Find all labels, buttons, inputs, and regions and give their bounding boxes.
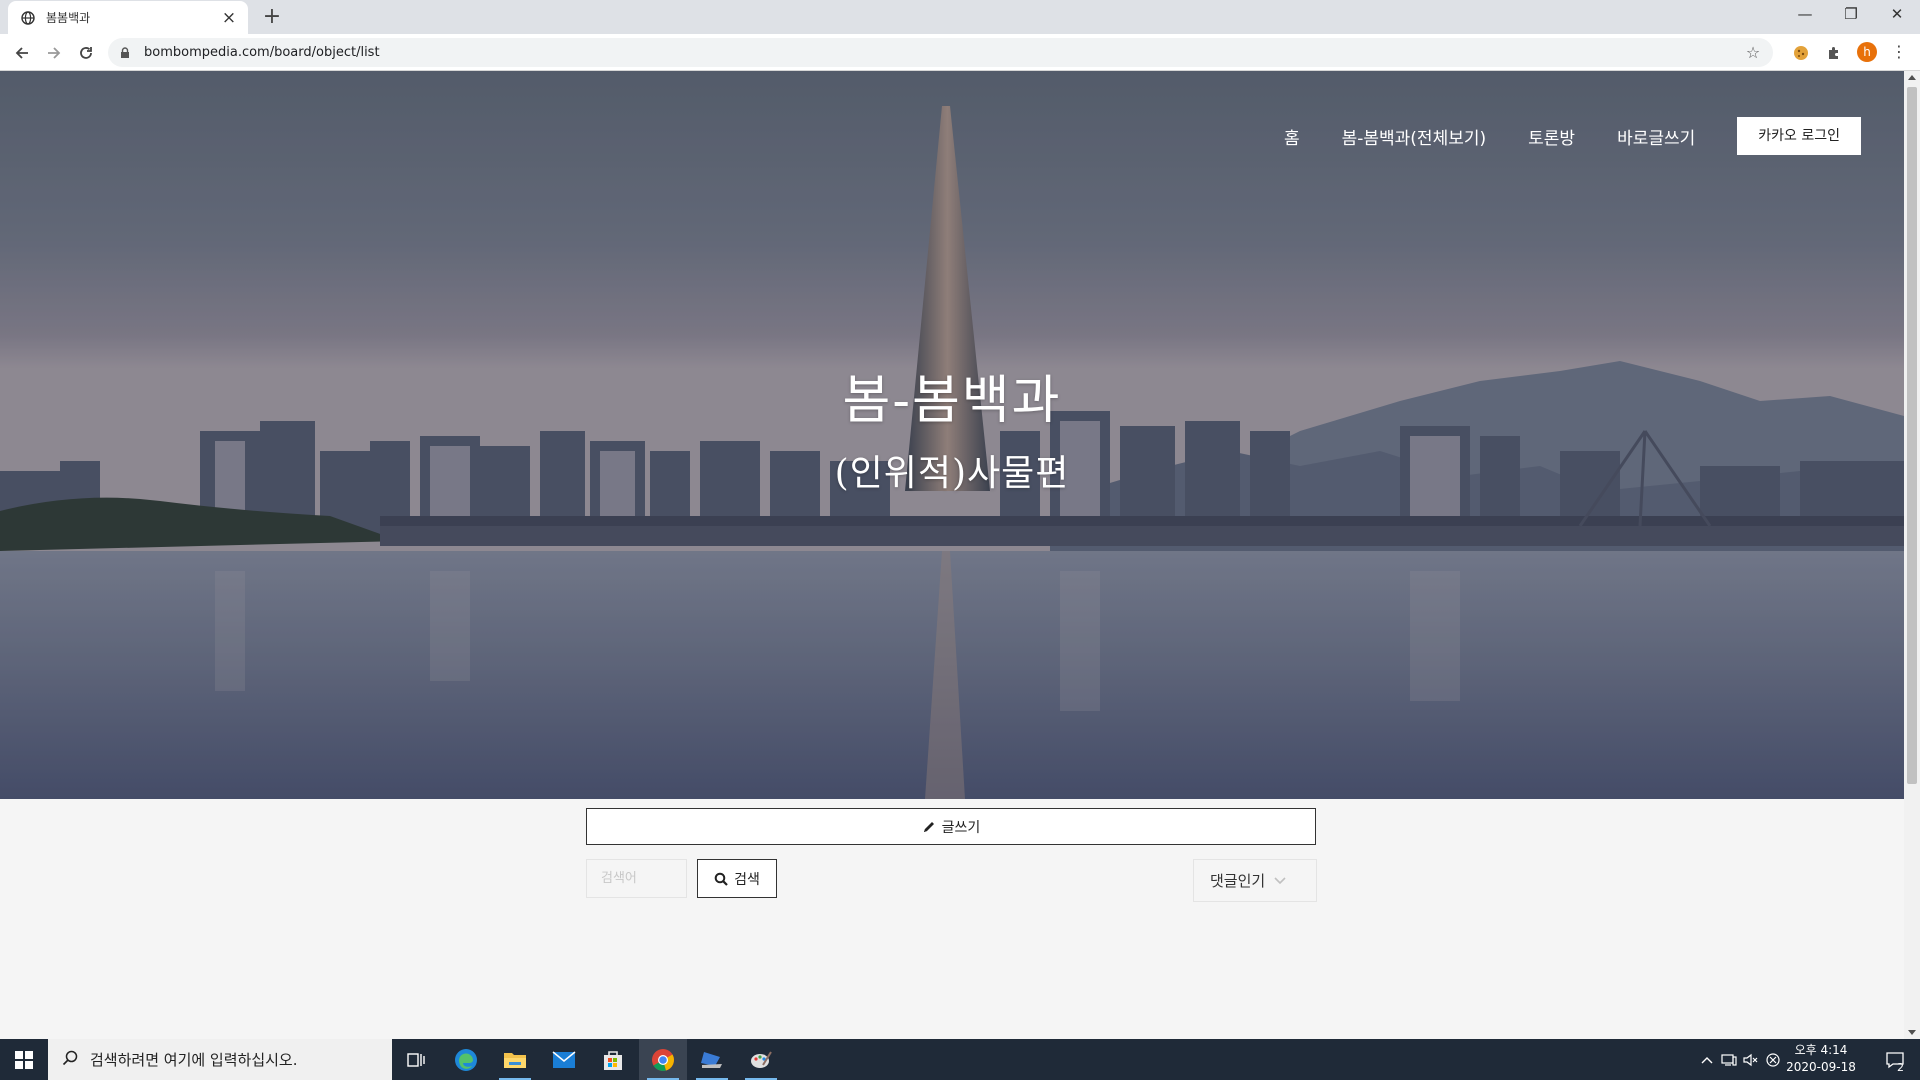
maximize-button[interactable]: ❐ [1828,0,1874,30]
windows-start-icon[interactable] [0,1039,48,1080]
search-button-label: 검색 [734,871,760,888]
nav-home[interactable]: 홈 [1284,124,1300,149]
page-viewport: 홈 봄-봄백과(전체보기) 토론방 바로글쓰기 카카오 로그인 봄-봄백과 (인… [0,71,1904,1039]
lock-icon [120,46,132,59]
scroll-up-arrow-icon[interactable] [1908,75,1916,80]
sort-selected-value: 댓글인기 [1210,872,1266,890]
tab-close-icon[interactable]: × [220,8,238,28]
kakao-login-button[interactable]: 카카오 로그인 [1737,117,1861,155]
ime-status-icon[interactable] [1763,1039,1783,1080]
file-explorer-icon[interactable] [491,1039,539,1080]
profile-avatar[interactable]: h [1857,42,1877,62]
clock-date: 2020-09-18 [1786,1060,1856,1074]
extensions-puzzle-icon[interactable] [1824,43,1844,63]
laptop-app-icon[interactable] [688,1039,736,1080]
hero-title: 봄-봄백과 [842,371,1062,431]
new-tab-button[interactable]: + [258,4,286,32]
taskbar-search-box[interactable]: 검색하려면 여기에 입력하십시오. [48,1039,392,1080]
browser-toolbar: bombompedia.com/board/object/list ☆ [0,34,1920,71]
clock-time: 오후 4:14 [1794,1043,1848,1057]
hero-banner: 홈 봄-봄백과(전체보기) 토론방 바로글쓰기 카카오 로그인 봄-봄백과 (인… [0,71,1904,799]
edge-browser-icon[interactable] [442,1039,490,1080]
search-input[interactable] [586,859,687,898]
browser-menu-icon[interactable]: ⋮ [1890,42,1908,62]
search-icon [714,872,728,886]
pencil-icon [922,820,936,834]
back-arrow-icon[interactable] [8,39,36,67]
sort-select[interactable]: 댓글인기 [1193,859,1317,902]
nav-all-entries[interactable]: 봄-봄백과(전체보기) [1342,124,1487,149]
scrollbar-thumb[interactable] [1907,87,1917,784]
cookie-extension-icon[interactable] [1791,43,1811,63]
mail-icon[interactable] [540,1039,588,1080]
site-navigation: 홈 봄-봄백과(전체보기) 토론방 바로글쓰기 카카오 로그인 [1242,117,1861,155]
nav-forum[interactable]: 토론방 [1528,124,1575,149]
taskbar-clock[interactable]: 오후 4:14 2020-09-18 [1786,1042,1856,1076]
paint-app-icon[interactable] [737,1039,785,1080]
browser-tab-strip: 봄봄백과 × + — ❐ ✕ [0,0,1920,34]
notification-count: 2 [1897,1061,1904,1074]
store-icon[interactable] [589,1039,637,1080]
write-post-button[interactable]: 글쓰기 [586,808,1316,845]
globe-icon [20,10,36,26]
task-view-icon[interactable] [392,1039,440,1080]
bookmark-star-icon[interactable]: ☆ [1743,43,1763,62]
page-scrollbar[interactable] [1904,71,1920,1039]
tab-title: 봄봄백과 [46,11,91,25]
taskbar-search-placeholder: 검색하려면 여기에 입력하십시오. [90,1051,298,1069]
network-icon[interactable] [1719,1039,1739,1080]
chevron-down-icon [1273,876,1287,886]
minimize-button[interactable]: — [1782,0,1828,30]
address-bar[interactable]: bombompedia.com/board/object/list ☆ [108,38,1773,67]
city-skyline-image [0,71,1904,799]
hero-subtitle: (인위적)사물편 [834,453,1070,494]
close-window-button[interactable]: ✕ [1874,0,1920,30]
notification-center-icon[interactable]: 2 [1875,1039,1915,1080]
tray-chevron-up-icon[interactable] [1697,1039,1717,1080]
reload-icon[interactable] [72,39,100,67]
windows-taskbar: 검색하려면 여기에 입력하십시오. 오후 4:14 2020-09-18 2 [0,1039,1920,1080]
volume-muted-icon[interactable] [1741,1039,1761,1080]
search-icon [62,1050,78,1070]
browser-tab[interactable]: 봄봄백과 × [8,1,248,34]
url-text: bombompedia.com/board/object/list [144,45,380,60]
chrome-icon[interactable] [639,1039,687,1080]
forward-arrow-icon[interactable] [40,39,68,67]
nav-quick-write[interactable]: 바로글쓰기 [1617,124,1695,149]
scroll-down-arrow-icon[interactable] [1908,1030,1916,1035]
write-post-label: 글쓰기 [941,819,981,836]
search-button[interactable]: 검색 [697,859,777,898]
